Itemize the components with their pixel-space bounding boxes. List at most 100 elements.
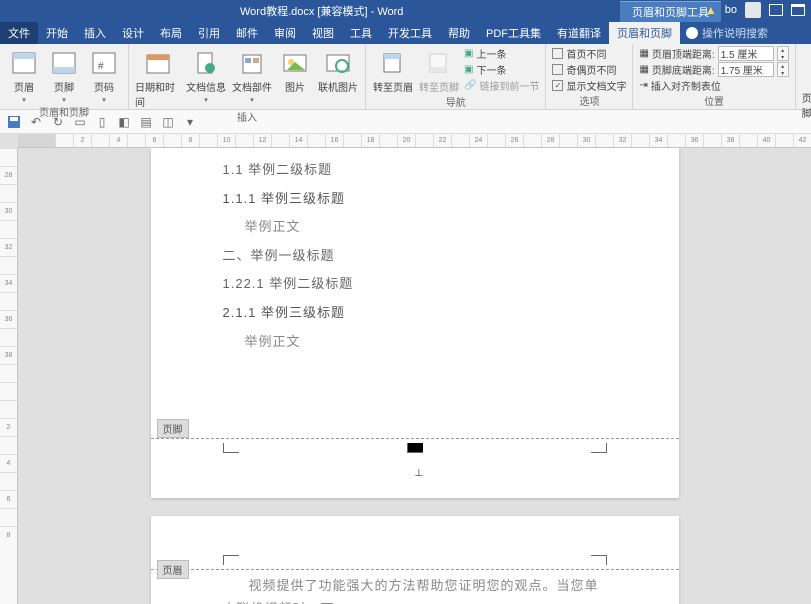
tab-home[interactable]: 开始 — [38, 22, 76, 44]
footer-tag: 页脚 — [157, 419, 189, 438]
show-doc-text-check[interactable]: ✓显示文档文字 — [552, 78, 626, 93]
tab-tools[interactable]: 工具 — [342, 22, 380, 44]
heading-3: 2.1.1 举例三级标题 — [223, 299, 607, 328]
group-label: 导航 — [372, 94, 539, 111]
chevron-down-icon: ▾ — [102, 96, 106, 104]
app-title: Word教程.docx [兼容模式] - Word — [240, 3, 403, 19]
group-header-footer: 页眉▾ 页脚▾ # 页码▾ 页眉和页脚 — [0, 44, 129, 109]
footer-edit-area[interactable]: ⊥ — [151, 438, 679, 498]
arrow-up-icon: ▣ — [464, 48, 473, 59]
link-previous-button: 🔗链接到前一节 — [464, 78, 539, 93]
datetime-button[interactable]: 日期和时间 — [135, 46, 181, 109]
diff-first-page-check[interactable]: 首页不同 — [552, 46, 626, 61]
tab-layout[interactable]: 布局 — [152, 22, 190, 44]
header-tag: 页眉 — [157, 560, 189, 579]
online-pictures-button[interactable]: 联机图片 — [317, 46, 359, 94]
group-options: 首页不同 奇偶页不同 ✓显示文档文字 选项 — [546, 44, 633, 109]
header-edit-area[interactable] — [151, 516, 679, 570]
goto-header-button[interactable]: 转至页眉 — [372, 46, 414, 94]
footer-icon — [50, 49, 78, 77]
spinner[interactable]: ▴▾ — [777, 62, 789, 77]
page-number-button[interactable]: # 页码▾ — [86, 46, 122, 104]
pictures-button[interactable]: 图片 — [277, 46, 313, 94]
undo-icon[interactable]: ↶ — [28, 114, 44, 130]
tab-youdao[interactable]: 有道翻译 — [549, 22, 609, 44]
group-close: ✕ 关闭 页眉和页脚 关闭 — [796, 44, 811, 109]
save-icon[interactable] — [6, 114, 22, 130]
arrow-down-icon: ▣ — [464, 64, 473, 75]
group-navigation: 转至页眉 转至页脚 ▣上一条 ▣下一条 🔗链接到前一节 导航 — [366, 44, 546, 109]
minimize-window-icon[interactable] — [791, 4, 805, 16]
online-picture-icon — [324, 49, 352, 77]
tab-header-footer-design[interactable]: 页眉和页脚 — [609, 22, 680, 44]
group-label: 选项 — [552, 93, 626, 110]
chevron-down-icon: ▾ — [22, 96, 26, 104]
picture-icon — [281, 49, 309, 77]
qat-icon[interactable]: ◧ — [116, 114, 132, 130]
docinfo-button[interactable]: 文档信息▾ — [185, 46, 227, 104]
warning-icon: ▲ — [705, 3, 717, 17]
header-distance-input[interactable]: 1.5 厘米 — [718, 46, 774, 61]
heading-3: 1.1.1 举例三级标题 — [223, 185, 607, 214]
redo-icon[interactable]: ↻ — [50, 114, 66, 130]
heading-2: 1.1 举例二级标题 — [223, 156, 607, 185]
align-indicator-icon: ⊥ — [415, 468, 425, 476]
docparts-button[interactable]: 文档部件▾ — [231, 46, 273, 104]
tab-icon: ⇥ — [639, 80, 647, 91]
body-text: 视频提供了功能强大的方法帮助您证明您的观点。当您单击联机视频时，可 — [223, 574, 607, 604]
tab-mailings[interactable]: 邮件 — [228, 22, 266, 44]
qat-icon[interactable]: ▭ — [72, 114, 88, 130]
quick-access-toolbar: ↶ ↻ ▭ ▯ ◧ ▤ ◫ ▾ — [0, 110, 811, 134]
insert-align-tab-button[interactable]: ⇥插入对齐制表位 — [639, 78, 788, 93]
user-name[interactable]: bo — [725, 4, 737, 16]
group-position: ▦ 页眉顶端距离: 1.5 厘米 ▴▾ ▦ 页脚底端距离: 1.75 厘米 ▴▾… — [633, 44, 795, 109]
page-view[interactable]: 1.1 举例二级标题 1.1.1 举例三级标题 举例正文 二、举例一级标题 1.… — [18, 148, 811, 604]
footer-distance-input[interactable]: 1.75 厘米 — [718, 62, 774, 77]
tab-file[interactable]: 文件 — [0, 22, 38, 44]
avatar[interactable] — [745, 2, 761, 18]
horizontal-ruler[interactable]: 24681012141618202224262830323436384042 — [18, 134, 811, 148]
tab-design[interactable]: 设计 — [114, 22, 152, 44]
diff-oddeven-check[interactable]: 奇偶页不同 — [552, 62, 626, 77]
tell-me-label: 操作说明搜索 — [702, 25, 768, 41]
ruler-icon: ▦ — [639, 48, 648, 59]
footer-button[interactable]: 页脚▾ — [46, 46, 82, 104]
page-body-dimmed: 视频提供了功能强大的方法帮助您证明您的观点。当您单击联机视频时，可 以在想要添加… — [223, 574, 607, 604]
menu-bar: 文件 开始 插入 设计 布局 引用 邮件 审阅 视图 工具 开发工具 帮助 PD… — [0, 22, 811, 44]
document-info-icon — [192, 49, 220, 77]
body-text: 举例正文 — [223, 213, 607, 242]
tab-developer[interactable]: 开发工具 — [380, 22, 440, 44]
goto-header-icon — [379, 49, 407, 77]
close-header-footer-button[interactable]: ✕ 关闭 页眉和页脚 — [802, 46, 811, 120]
qat-icon[interactable]: ▤ — [138, 114, 154, 130]
document-parts-icon — [238, 49, 266, 77]
tell-me[interactable]: 操作说明搜索 — [680, 25, 774, 41]
footer-bottom-distance: ▦ 页脚底端距离: 1.75 厘米 ▴▾ — [639, 62, 788, 77]
header-icon — [10, 49, 38, 77]
spinner[interactable]: ▴▾ — [777, 46, 789, 61]
qat-icon[interactable]: ◫ — [160, 114, 176, 130]
tab-view[interactable]: 视图 — [304, 22, 342, 44]
page: 1.1 举例二级标题 1.1.1 举例三级标题 举例正文 二、举例一级标题 1.… — [151, 148, 679, 498]
header-button[interactable]: 页眉▾ — [6, 46, 42, 104]
tab-references[interactable]: 引用 — [190, 22, 228, 44]
tab-help[interactable]: 帮助 — [440, 22, 478, 44]
page-body-dimmed: 1.1 举例二级标题 1.1.1 举例三级标题 举例正文 二、举例一级标题 1.… — [223, 156, 607, 356]
ribbon-options-icon[interactable] — [769, 4, 783, 16]
next-section-button[interactable]: ▣下一条 — [464, 62, 539, 77]
qat-icon[interactable]: ▯ — [94, 114, 110, 130]
checkbox-icon — [552, 64, 563, 75]
checkbox-icon — [552, 48, 563, 59]
link-icon: 🔗 — [464, 80, 476, 91]
header-top-distance: ▦ 页眉顶端距离: 1.5 厘米 ▴▾ — [639, 46, 788, 61]
qat-dropdown-icon[interactable]: ▾ — [182, 114, 198, 130]
calendar-icon — [144, 49, 172, 77]
vertical-ruler[interactable]: 2830323436382468 — [0, 148, 18, 604]
tab-insert[interactable]: 插入 — [76, 22, 114, 44]
tab-pdf[interactable]: PDF工具集 — [478, 22, 549, 44]
tab-review[interactable]: 审阅 — [266, 22, 304, 44]
chevron-down-icon: ▾ — [204, 96, 208, 104]
goto-footer-button: 转至页脚 — [418, 46, 460, 94]
heading-1: 二、举例一级标题 — [223, 242, 607, 271]
prev-section-button[interactable]: ▣上一条 — [464, 46, 539, 61]
